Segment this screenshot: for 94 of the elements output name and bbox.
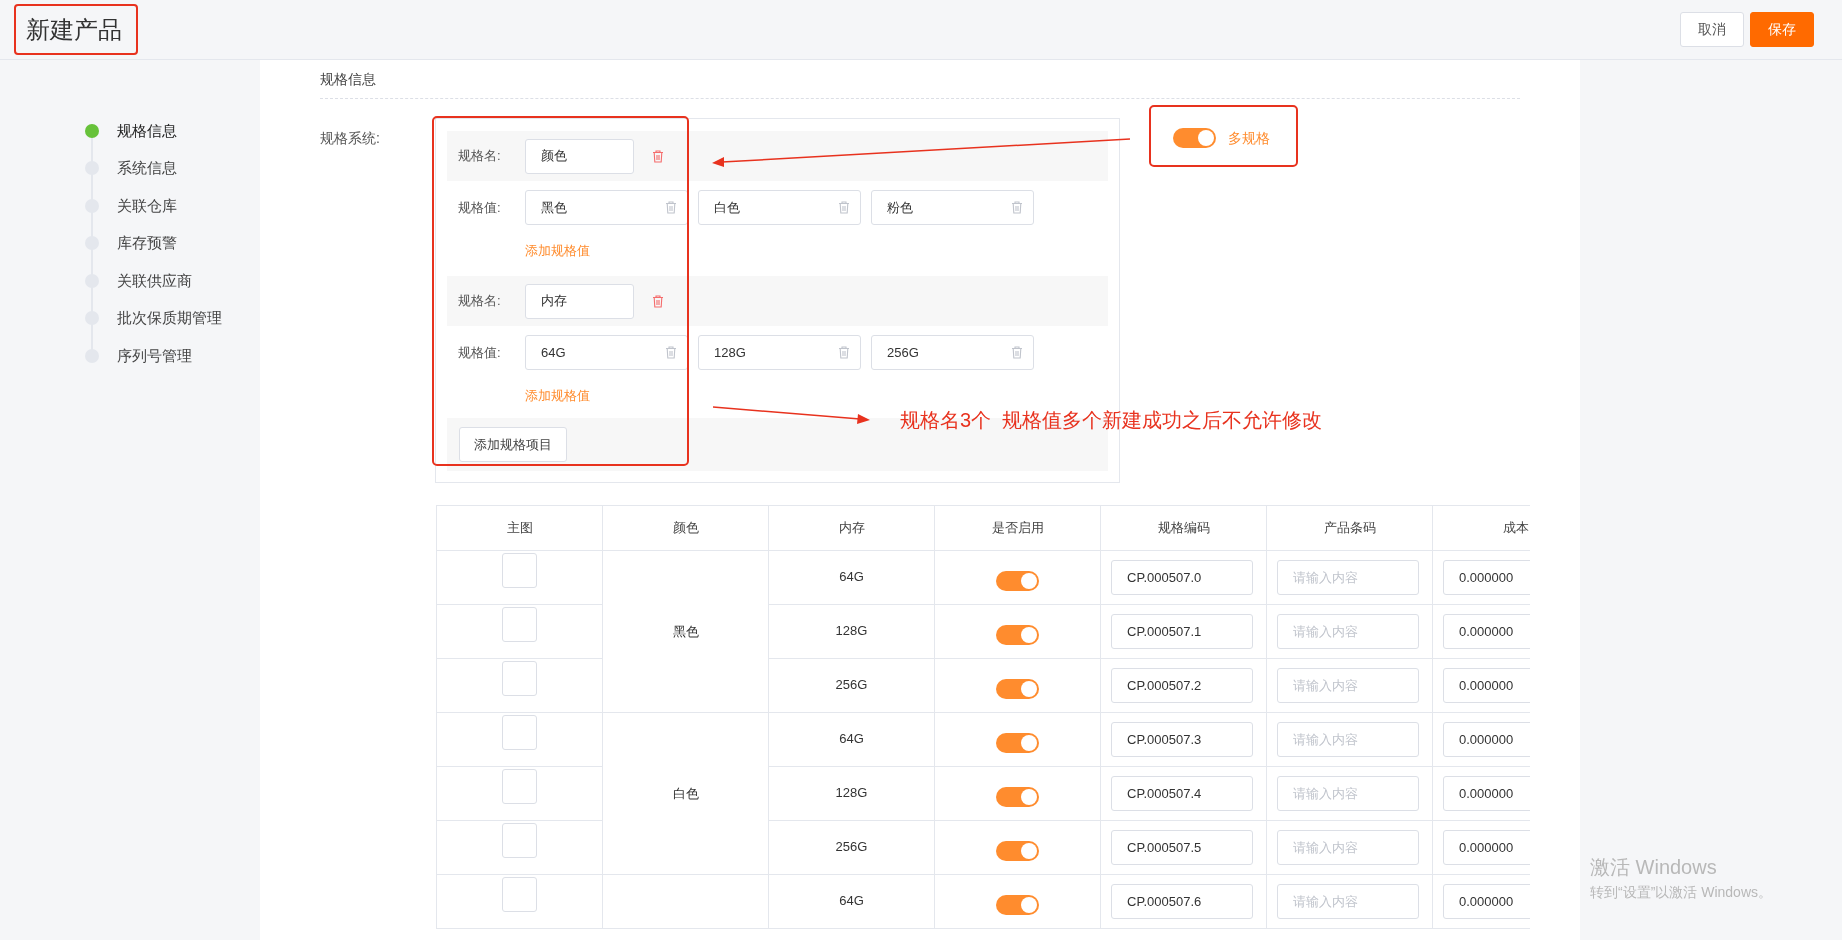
input-field[interactable]: 颜色 — [525, 138, 634, 174]
toggle-switch[interactable] — [996, 732, 1039, 753]
input-field[interactable]: 0.000000 — [1443, 776, 1530, 811]
cancel-button[interactable]: 取消 — [1680, 12, 1744, 47]
input-field[interactable]: CP.000507.4 — [1111, 776, 1253, 811]
image-upload-box[interactable] — [502, 553, 537, 588]
toggle-label: 多规格 — [1228, 128, 1270, 148]
input-field[interactable]: 0.000000 — [1443, 884, 1530, 919]
table-cell: 128G — [768, 604, 935, 659]
trash-icon[interactable] — [1011, 201, 1023, 214]
input-field[interactable]: CP.000507.6 — [1111, 884, 1253, 919]
field-label: 规格系统: — [320, 129, 381, 148]
trash-icon[interactable] — [652, 294, 664, 308]
activation-text: 转到“设置”以激活 Windows。 — [1590, 883, 1772, 902]
table-cell: 黑色 — [602, 550, 769, 713]
step-link[interactable]: 关联供应商 — [117, 269, 192, 292]
column-header: 规格编码 — [1100, 505, 1267, 551]
input-field[interactable]: 0.000000 — [1443, 614, 1530, 649]
input-field[interactable]: CP.000507.0 — [1111, 560, 1253, 595]
field-value: 粉色 — [887, 198, 913, 217]
column-header: 主图 — [436, 505, 603, 551]
input-field[interactable]: 128G — [698, 335, 861, 370]
field-value: 黑色 — [541, 198, 567, 217]
table-cell: 64G — [768, 550, 935, 605]
step-link[interactable]: 系统信息 — [117, 157, 177, 180]
column-header: 成本 — [1432, 505, 1530, 551]
trash-icon[interactable] — [665, 201, 677, 214]
toggle-switch[interactable] — [996, 786, 1039, 807]
table-cell: 256G — [768, 820, 935, 875]
trash-icon[interactable] — [652, 149, 664, 163]
field-value: 256G — [887, 343, 919, 362]
input-field[interactable]: 0.000000 — [1443, 830, 1530, 865]
image-upload-box[interactable] — [502, 607, 537, 642]
table-cell: 128G — [768, 766, 935, 821]
toggle-switch[interactable] — [996, 570, 1039, 591]
activation-title: 激活 Windows — [1590, 855, 1718, 880]
input-field[interactable]: CP.000507.3 — [1111, 722, 1253, 757]
field-label: 规格名: — [457, 147, 502, 166]
input-field[interactable]: 0.000000 — [1443, 722, 1530, 757]
column-header: 产品条码 — [1266, 505, 1433, 551]
trash-icon[interactable] — [838, 346, 850, 359]
trash-icon[interactable] — [1011, 346, 1023, 359]
column-header: 颜色 — [602, 505, 769, 551]
annotation-note: 规格名3个 规格值多个新建成功之后不允许修改 — [900, 408, 1323, 433]
image-upload-box[interactable] — [502, 823, 537, 858]
input-field[interactable]: 内存 — [525, 283, 634, 319]
input-field[interactable]: 请输入内容 — [1277, 614, 1419, 649]
image-upload-box[interactable] — [502, 715, 537, 750]
input-field[interactable]: CP.000507.5 — [1111, 830, 1253, 865]
image-upload-box[interactable] — [502, 661, 537, 696]
step-link[interactable]: 批次保质期管理 — [117, 307, 222, 330]
step-link[interactable]: 规格信息 — [117, 119, 177, 142]
input-field[interactable]: 请输入内容 — [1277, 776, 1419, 811]
column-header: 内存 — [768, 505, 935, 551]
input-field[interactable]: 请输入内容 — [1277, 884, 1419, 919]
input-field[interactable]: 请输入内容 — [1277, 830, 1419, 865]
input-field[interactable]: 0.000000 — [1443, 560, 1530, 595]
column-header: 是否启用 — [934, 505, 1101, 551]
input-field[interactable]: 256G — [871, 335, 1034, 370]
step-link[interactable]: 序列号管理 — [117, 344, 192, 367]
field-value: 128G — [714, 343, 746, 362]
step-link[interactable]: 关联仓库 — [117, 194, 177, 217]
trash-icon[interactable] — [665, 346, 677, 359]
table-cell: 64G — [768, 712, 935, 767]
field-value: 64G — [541, 343, 566, 362]
field-value: 白色 — [714, 198, 740, 217]
input-field[interactable]: CP.000507.2 — [1111, 668, 1253, 703]
table-cell: 64G — [768, 874, 935, 929]
toggle-switch[interactable] — [996, 624, 1039, 645]
field-label: 规格值: — [457, 198, 502, 217]
input-field[interactable]: 白色 — [698, 190, 861, 225]
trash-icon[interactable] — [838, 201, 850, 214]
table-cell: 白色 — [602, 712, 769, 875]
toggle-switch[interactable] — [996, 840, 1039, 861]
input-field[interactable]: 0.000000 — [1443, 668, 1530, 703]
input-field[interactable]: 粉色 — [871, 190, 1034, 225]
input-field[interactable]: 请输入内容 — [1277, 722, 1419, 757]
input-field[interactable]: 64G — [525, 335, 688, 370]
field-label: 规格值: — [457, 343, 502, 362]
image-upload-box[interactable] — [502, 769, 537, 804]
add-spec-item-button[interactable]: 添加规格项目 — [459, 427, 567, 462]
field-label: 规格名: — [457, 292, 502, 311]
step-link[interactable]: 库存预警 — [117, 232, 177, 255]
table-cell: 256G — [768, 658, 935, 713]
toggle-switch[interactable] — [996, 678, 1039, 699]
toggle-switch[interactable] — [1173, 128, 1216, 148]
input-field[interactable]: 请输入内容 — [1277, 560, 1419, 595]
page-title: 新建产品 — [26, 14, 122, 45]
section-title: 规格信息 — [320, 70, 377, 89]
input-field[interactable]: 黑色 — [525, 190, 688, 225]
input-field[interactable]: CP.000507.1 — [1111, 614, 1253, 649]
input-field[interactable]: 请输入内容 — [1277, 668, 1419, 703]
toggle-switch[interactable] — [996, 894, 1039, 915]
image-upload-box[interactable] — [502, 877, 537, 912]
